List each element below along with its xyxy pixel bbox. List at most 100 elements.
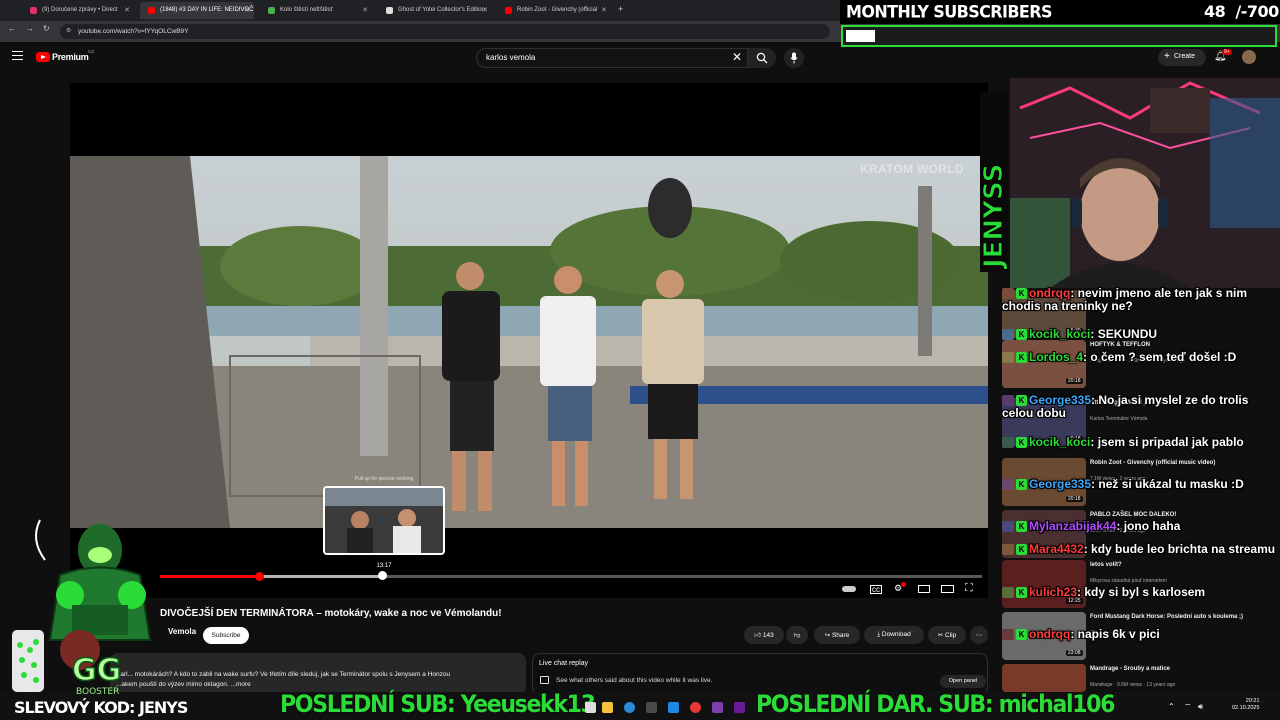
taskbar-app-icon[interactable] xyxy=(734,702,745,713)
close-tab-icon[interactable]: ✕ xyxy=(244,6,250,14)
hd-badge xyxy=(901,582,906,587)
tray-network-icon[interactable]: ⌔ xyxy=(1184,702,1192,712)
chat-user-icon xyxy=(1002,288,1014,300)
chat-text: : o čem ? sem teď došel :D xyxy=(1083,350,1237,364)
tab-favicon-icon xyxy=(505,7,512,14)
more-actions-button[interactable]: ⋯ xyxy=(970,626,988,644)
youtube-logo-icon[interactable] xyxy=(36,52,50,62)
clip-button[interactable]: ✂ Clip xyxy=(928,626,966,644)
taskbar-app-icon[interactable] xyxy=(712,702,723,713)
site-info-icon[interactable]: ⚙ xyxy=(66,27,71,34)
like-count: 143 xyxy=(762,632,774,639)
download-button[interactable]: ⤓ Download xyxy=(864,626,924,644)
live-chat-title: Live chat replay xyxy=(539,660,589,667)
taskbar-folder-icon[interactable] xyxy=(602,702,613,713)
recommended-video[interactable]: HOFTYK & TEFFLON Milujeme Pámo · 329K vie… xyxy=(1002,340,1280,388)
create-button[interactable]: + Create xyxy=(1158,49,1206,66)
progress-played xyxy=(160,575,259,578)
seek-preview-thumbnail xyxy=(323,486,445,555)
subscriber-badge-icon: K xyxy=(1016,437,1027,449)
video-thumbnail[interactable] xyxy=(1002,664,1086,692)
channel-name[interactable]: Vemola xyxy=(168,627,196,636)
more-horizontal-icon: ⋯ xyxy=(975,632,983,639)
video-frame[interactable] xyxy=(70,156,988,528)
close-tab-icon[interactable]: ✕ xyxy=(362,6,368,14)
account-avatar[interactable] xyxy=(1242,50,1256,64)
menu-icon[interactable] xyxy=(12,51,23,60)
recommended-video[interactable]: letos volit? Mikyrova zásadná pouť intern… xyxy=(1002,560,1280,608)
chat-message: K George335: než si ukázal tu masku :D xyxy=(1002,478,1280,491)
share-label: Share xyxy=(831,632,850,639)
browser-tab[interactable]: (9) Doručené zprávy • Direct ✕ xyxy=(22,2,134,19)
subscriber-badge-icon: K xyxy=(1016,544,1027,556)
chat-user-icon xyxy=(1002,521,1014,533)
forward-icon[interactable]: → xyxy=(26,24,34,33)
reload-icon[interactable]: ↻ xyxy=(43,24,50,33)
taskbar-explorer-icon[interactable] xyxy=(585,702,596,713)
search-value: karlos vemola xyxy=(486,53,536,62)
theater-mode-icon[interactable] xyxy=(941,585,954,593)
gg-booster-mascot: GG BOOSTER xyxy=(10,500,170,700)
subscriber-goal-bar xyxy=(841,25,1277,47)
chat-user-icon xyxy=(1002,479,1014,491)
search-button[interactable] xyxy=(748,48,776,68)
close-tab-icon[interactable]: ✕ xyxy=(482,6,488,14)
new-tab-button[interactable]: + xyxy=(618,4,623,14)
taskbar-store-icon[interactable] xyxy=(646,702,657,713)
fullscreen-icon[interactable]: ⛶ xyxy=(965,582,973,595)
chat-user-icon xyxy=(1002,395,1014,407)
browser-tab[interactable]: Kolo štěstí nettštěsť ✕ xyxy=(260,2,372,19)
scissors-icon: ✂ xyxy=(937,632,946,639)
share-button[interactable]: ↪ Share xyxy=(814,626,860,644)
progress-scrubber[interactable] xyxy=(254,572,264,581)
browser-tab[interactable]: (1848) #3 DAY IN LIFE: NEIDIVOČEJŠÍ✕ xyxy=(140,2,254,19)
subscriber-current: 48 xyxy=(1204,2,1226,21)
description-text: Karl... motokárách? A kdo to zabil na wa… xyxy=(116,670,516,690)
chat-message: Kkocik_koci: SEKUNDU xyxy=(1002,328,1280,341)
tray-clock[interactable]: 20:21 02.10.2025 xyxy=(1232,698,1260,712)
thumbs-down-icon: 👎︎ xyxy=(793,632,801,639)
subscriber-badge-icon: K xyxy=(1016,329,1027,341)
taskbar-app-icon[interactable] xyxy=(668,702,679,713)
seek-hint: Pull up for precise seeking xyxy=(354,476,414,482)
tab-favicon-icon xyxy=(148,7,155,14)
share-icon: ↪ xyxy=(824,632,832,639)
progress-bar[interactable] xyxy=(160,572,982,581)
taskbar-opera-icon[interactable] xyxy=(690,702,701,713)
chat-user-icon xyxy=(1002,352,1014,364)
tray-volume-icon[interactable]: 🔊︎ xyxy=(1198,702,1203,712)
subscriber-badge-icon: K xyxy=(1016,587,1027,599)
tray-up-arrow-icon[interactable]: ⌃ xyxy=(1168,702,1175,711)
open-panel-button[interactable]: Open panel xyxy=(940,675,986,688)
autoplay-toggle[interactable] xyxy=(842,586,856,592)
subscriber-goal-fill xyxy=(846,30,876,42)
recommended-meta: Mandrage · 9.6M views · 13 years ago xyxy=(1090,682,1176,688)
recommended-title: HOFTYK & TEFFLON xyxy=(1090,342,1150,348)
youtube-brand[interactable]: Premium xyxy=(52,52,89,62)
chat-message: Kondrqq: napis 6k v pici xyxy=(1002,628,1280,641)
miniplayer-icon[interactable] xyxy=(918,585,930,593)
subscribe-button[interactable]: Subscribe xyxy=(203,627,249,644)
subscriber-badge-icon: K xyxy=(1016,288,1027,300)
browser-tab[interactable]: Robin Zoot - Givenchy (official ✕ xyxy=(497,2,611,19)
chat-user-icon xyxy=(1002,329,1014,341)
like-button[interactable]: 👍︎ 143 xyxy=(744,626,784,644)
notification-count-badge: 9+ xyxy=(1222,49,1232,55)
chat-text: : jsem si pripadal jak pablo xyxy=(1090,435,1244,449)
recommended-video[interactable]: Mandrage - Srouby a matice Mandrage · 9.6… xyxy=(1002,664,1280,692)
tab-title: (9) Doručené zprávy • Direct xyxy=(42,7,118,13)
chat-username: kocik_koci xyxy=(1029,435,1091,449)
back-icon[interactable]: ← xyxy=(8,24,16,33)
tab-title: (1848) #3 DAY IN LIFE: NEIDIVOČEJŠÍ xyxy=(160,7,254,13)
browser-tab[interactable]: Ghost of Yotei Collector's Edition ✕ xyxy=(378,2,492,19)
subscriber-badge-icon: K xyxy=(1016,629,1027,641)
close-tab-icon[interactable]: ✕ xyxy=(601,6,607,14)
chat-message: Kkocik_koci: jsem si pripadal jak pablo xyxy=(1002,436,1280,449)
clear-search-icon[interactable]: ✕ xyxy=(732,50,742,64)
subscriber-badge-icon: K xyxy=(1016,479,1027,491)
close-tab-icon[interactable]: ✕ xyxy=(124,6,130,14)
voice-search-button[interactable] xyxy=(784,48,804,68)
taskbar-edge-icon[interactable] xyxy=(624,702,635,713)
subtitles-cc-icon[interactable]: cc xyxy=(870,585,882,594)
dislike-button[interactable]: 👎︎ xyxy=(786,626,808,644)
